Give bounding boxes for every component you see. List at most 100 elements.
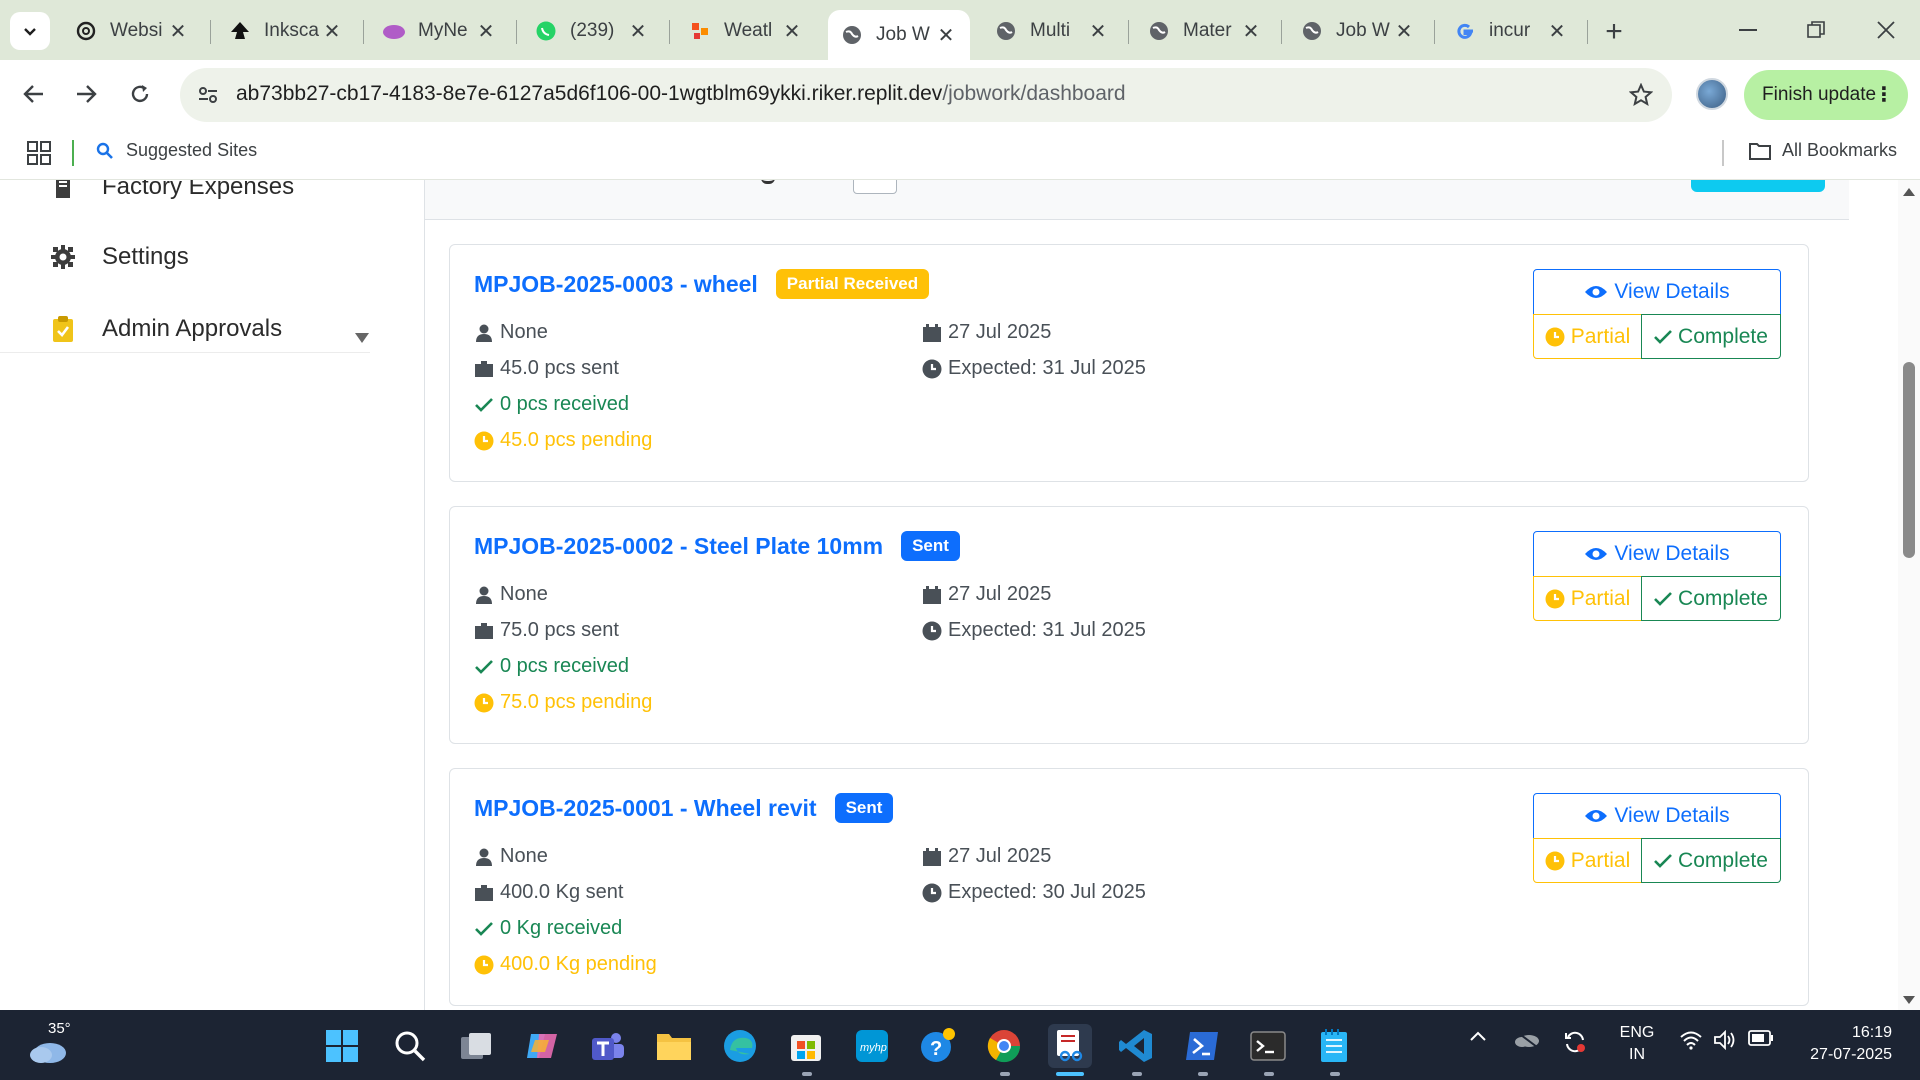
job-person-value: None — [500, 583, 548, 605]
partial-button[interactable]: Partial — [1533, 576, 1642, 621]
tab-search-button[interactable] — [10, 12, 50, 50]
get-help-button[interactable]: ? — [916, 1024, 960, 1068]
close-icon[interactable]: ✕ — [1086, 19, 1110, 43]
job-person: None — [474, 583, 548, 606]
job-expected-value: Expected: 31 Jul 2025 — [948, 357, 1146, 379]
sidebar-scroll-down-icon[interactable] — [354, 332, 370, 344]
scroll-up-icon[interactable] — [1903, 188, 1915, 196]
restore-button[interactable] — [1786, 10, 1846, 50]
powershell-button[interactable] — [1180, 1024, 1224, 1068]
vscode-button[interactable] — [1114, 1024, 1158, 1068]
back-button[interactable] — [14, 74, 54, 114]
page-scrollbar-thumb[interactable] — [1903, 362, 1915, 558]
view-details-button[interactable]: View Details — [1533, 531, 1781, 577]
chrome-button[interactable] — [982, 1024, 1026, 1068]
tab-separator — [669, 20, 670, 44]
myhp-button[interactable]: myhp — [850, 1024, 894, 1068]
browser-tab[interactable]: Websi ✕ — [62, 10, 202, 52]
onedrive-tray-icon[interactable] — [1512, 1030, 1542, 1048]
browser-tab[interactable]: Multi ✕ — [982, 10, 1122, 52]
new-tab-button[interactable]: + — [1596, 14, 1632, 50]
close-icon[interactable]: ✕ — [166, 19, 190, 43]
close-icon[interactable]: ✕ — [1239, 19, 1263, 43]
browser-tab-active[interactable]: Job W ✕ — [828, 10, 970, 60]
start-button[interactable] — [320, 1024, 364, 1068]
close-icon[interactable]: ✕ — [320, 19, 344, 43]
sidebar-item-factory-expenses[interactable]: Factory Expenses — [48, 180, 294, 202]
speaker-icon — [1714, 1030, 1735, 1050]
close-icon[interactable]: ✕ — [1392, 19, 1416, 43]
taskbar-search-button[interactable] — [388, 1024, 432, 1068]
volume-tray-icon[interactable] — [1710, 1030, 1740, 1050]
complete-button[interactable]: Complete — [1641, 314, 1781, 359]
finish-update-button[interactable]: Finish update ⋮ — [1744, 70, 1908, 120]
close-icon[interactable]: ✕ — [934, 23, 958, 47]
store-button[interactable] — [784, 1024, 828, 1068]
scroll-down-icon[interactable] — [1903, 996, 1915, 1004]
check-icon — [474, 395, 494, 415]
folder-icon — [1749, 142, 1771, 160]
close-icon[interactable]: ✕ — [1545, 19, 1569, 43]
browser-tab[interactable]: Inksca ✕ — [216, 10, 356, 52]
close-icon[interactable]: ✕ — [626, 19, 650, 43]
browser-tab[interactable]: Mater ✕ — [1135, 10, 1275, 52]
job-title-link[interactable]: MPJOB-2025-0002 - Steel Plate 10mm — [474, 533, 883, 560]
globe-icon — [1300, 19, 1324, 43]
complete-button[interactable]: Complete — [1641, 576, 1781, 621]
partial-button[interactable]: Partial — [1533, 838, 1642, 883]
close-icon[interactable]: ✕ — [780, 19, 804, 43]
page-scrollbar[interactable] — [1898, 180, 1920, 1010]
file-explorer-button[interactable] — [652, 1024, 696, 1068]
view-details-button[interactable]: View Details — [1533, 793, 1781, 839]
tab-title: Mater — [1183, 20, 1232, 41]
view-details-button[interactable]: View Details — [1533, 269, 1781, 315]
address-bar[interactable]: ab73bb27-cb17-4183-8e7e-6127a5d6f106-00-… — [180, 68, 1672, 122]
language-indicator[interactable]: ENG IN — [1612, 1022, 1662, 1066]
partial-button[interactable]: Partial — [1533, 314, 1642, 359]
task-view-button[interactable] — [454, 1024, 498, 1068]
apps-grid-icon[interactable] — [26, 140, 52, 166]
snipping-tool-button[interactable] — [1048, 1024, 1092, 1068]
browser-tab[interactable]: (239) ✕ — [522, 10, 662, 52]
system-clock[interactable]: 16:19 27-07-2025 — [1792, 1022, 1892, 1066]
close-window-button[interactable] — [1856, 10, 1916, 50]
browser-tab[interactable]: Weatl ✕ — [676, 10, 816, 52]
complete-button[interactable]: Complete — [1641, 838, 1781, 883]
site-settings-icon[interactable] — [194, 81, 222, 109]
bookmark-suggested-sites[interactable]: Suggested Sites — [96, 140, 257, 161]
active-jobs-badge — [1691, 180, 1825, 192]
profile-avatar[interactable] — [1696, 78, 1728, 110]
more-menu-icon[interactable]: ⋮ — [1874, 82, 1894, 107]
notepad-button[interactable] — [1312, 1024, 1356, 1068]
job-date: 27 Jul 2025 — [922, 583, 1051, 606]
browser-tab[interactable]: MyNe ✕ — [370, 10, 510, 52]
browser-tab[interactable]: incur ✕ — [1441, 10, 1581, 52]
close-icon[interactable]: ✕ — [474, 19, 498, 43]
bookmark-star-icon[interactable] — [1626, 80, 1656, 110]
all-bookmarks-button[interactable]: All Bookmarks — [1748, 140, 1897, 161]
forward-button[interactable] — [66, 74, 106, 114]
reload-button[interactable] — [120, 74, 160, 114]
chevron-down-icon — [24, 28, 36, 36]
copilot-button[interactable] — [520, 1024, 564, 1068]
weather-widget[interactable]: 35° — [24, 1020, 84, 1070]
vscode-icon — [1119, 1030, 1152, 1062]
job-title-link[interactable]: MPJOB-2025-0001 - Wheel revit — [474, 795, 817, 822]
sync-tray-icon[interactable] — [1560, 1030, 1590, 1054]
job-sent: 400.0 Kg sent — [474, 881, 623, 904]
wifi-tray-icon[interactable] — [1676, 1030, 1706, 1050]
sidebar-item-settings[interactable]: Settings — [48, 242, 189, 272]
show-hidden-icons-button[interactable] — [1466, 1030, 1490, 1042]
teams-button[interactable] — [586, 1024, 630, 1068]
terminal-button[interactable] — [1246, 1024, 1290, 1068]
header-control[interactable] — [853, 180, 897, 194]
edge-button[interactable] — [718, 1024, 762, 1068]
tab-separator — [1128, 20, 1129, 44]
browser-tab[interactable]: Job W ✕ — [1288, 10, 1428, 52]
sidebar-item-admin-approvals[interactable]: Admin Approvals — [48, 314, 282, 344]
minimize-button[interactable] — [1718, 10, 1778, 50]
globe-icon — [994, 19, 1018, 43]
battery-tray-icon[interactable] — [1746, 1030, 1776, 1046]
gear-icon — [48, 242, 78, 272]
job-title-link[interactable]: MPJOB-2025-0003 - wheel — [474, 271, 758, 298]
